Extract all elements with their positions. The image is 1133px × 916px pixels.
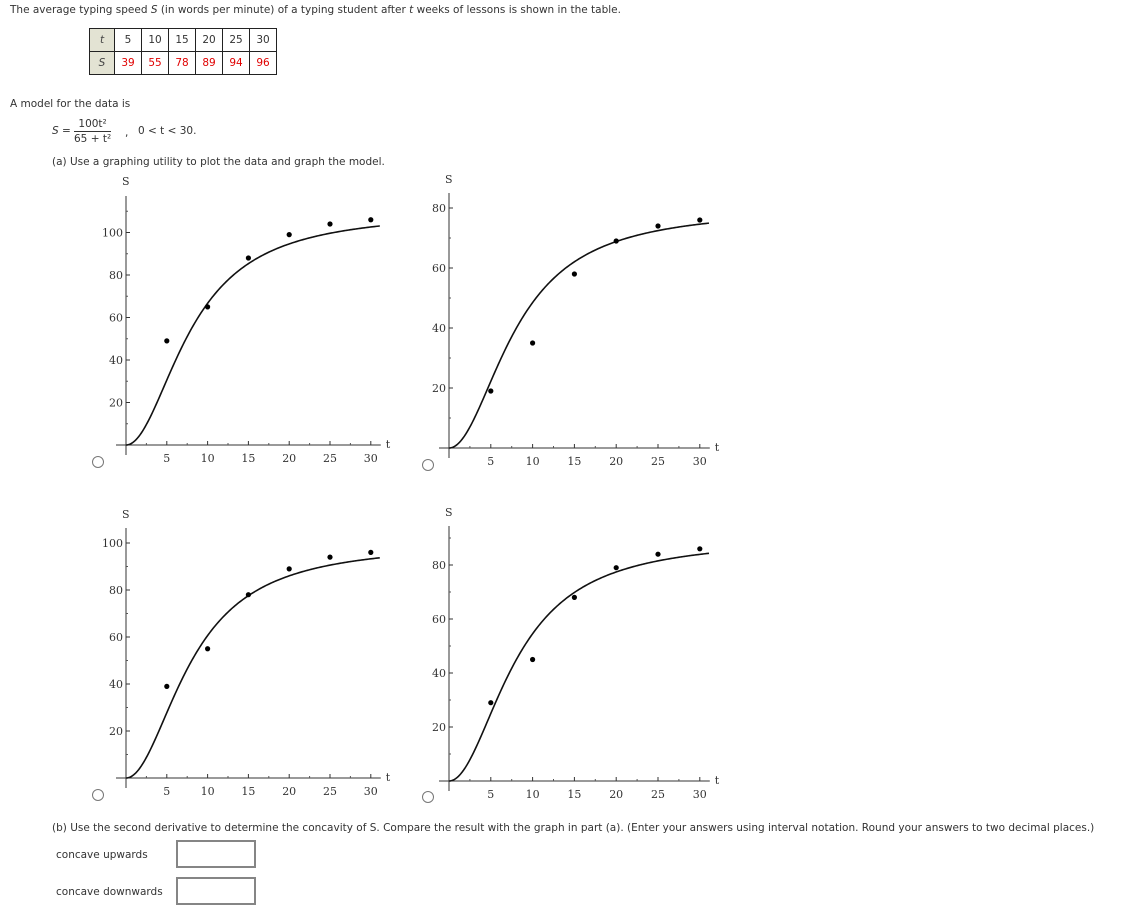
concave-down-input[interactable]: [176, 877, 256, 905]
concave-up-label: concave upwards: [56, 849, 148, 861]
y-axis-label: S: [445, 506, 453, 519]
x-tick-label: 25: [651, 788, 665, 801]
data-point: [697, 546, 703, 552]
y-tick-label: 60: [432, 613, 446, 626]
y-tick-label: 20: [432, 721, 446, 734]
x-axis-label: t: [715, 774, 720, 787]
data-point: [530, 656, 536, 663]
concave-up-input[interactable]: [176, 840, 256, 868]
graph-option-d: t S 5 10 15 20 25 30 20 40 60 80: [432, 506, 720, 801]
data-point: [488, 700, 494, 706]
data-point: [613, 565, 619, 571]
data-point: [571, 594, 578, 601]
x-tick-label: 10: [526, 788, 540, 801]
x-tick-label: 5: [487, 788, 494, 801]
data-point: [655, 551, 661, 557]
x-tick-label: 30: [693, 788, 707, 801]
concave-down-label: concave downwards: [56, 886, 163, 898]
y-tick-label: 80: [432, 559, 446, 572]
model-curve: [448, 552, 710, 782]
x-tick-label: 20: [609, 788, 623, 801]
part-b-prompt: (b) Use the second derivative to determi…: [52, 822, 1095, 834]
x-tick-label: 15: [567, 788, 581, 801]
y-tick-label: 40: [432, 667, 446, 680]
